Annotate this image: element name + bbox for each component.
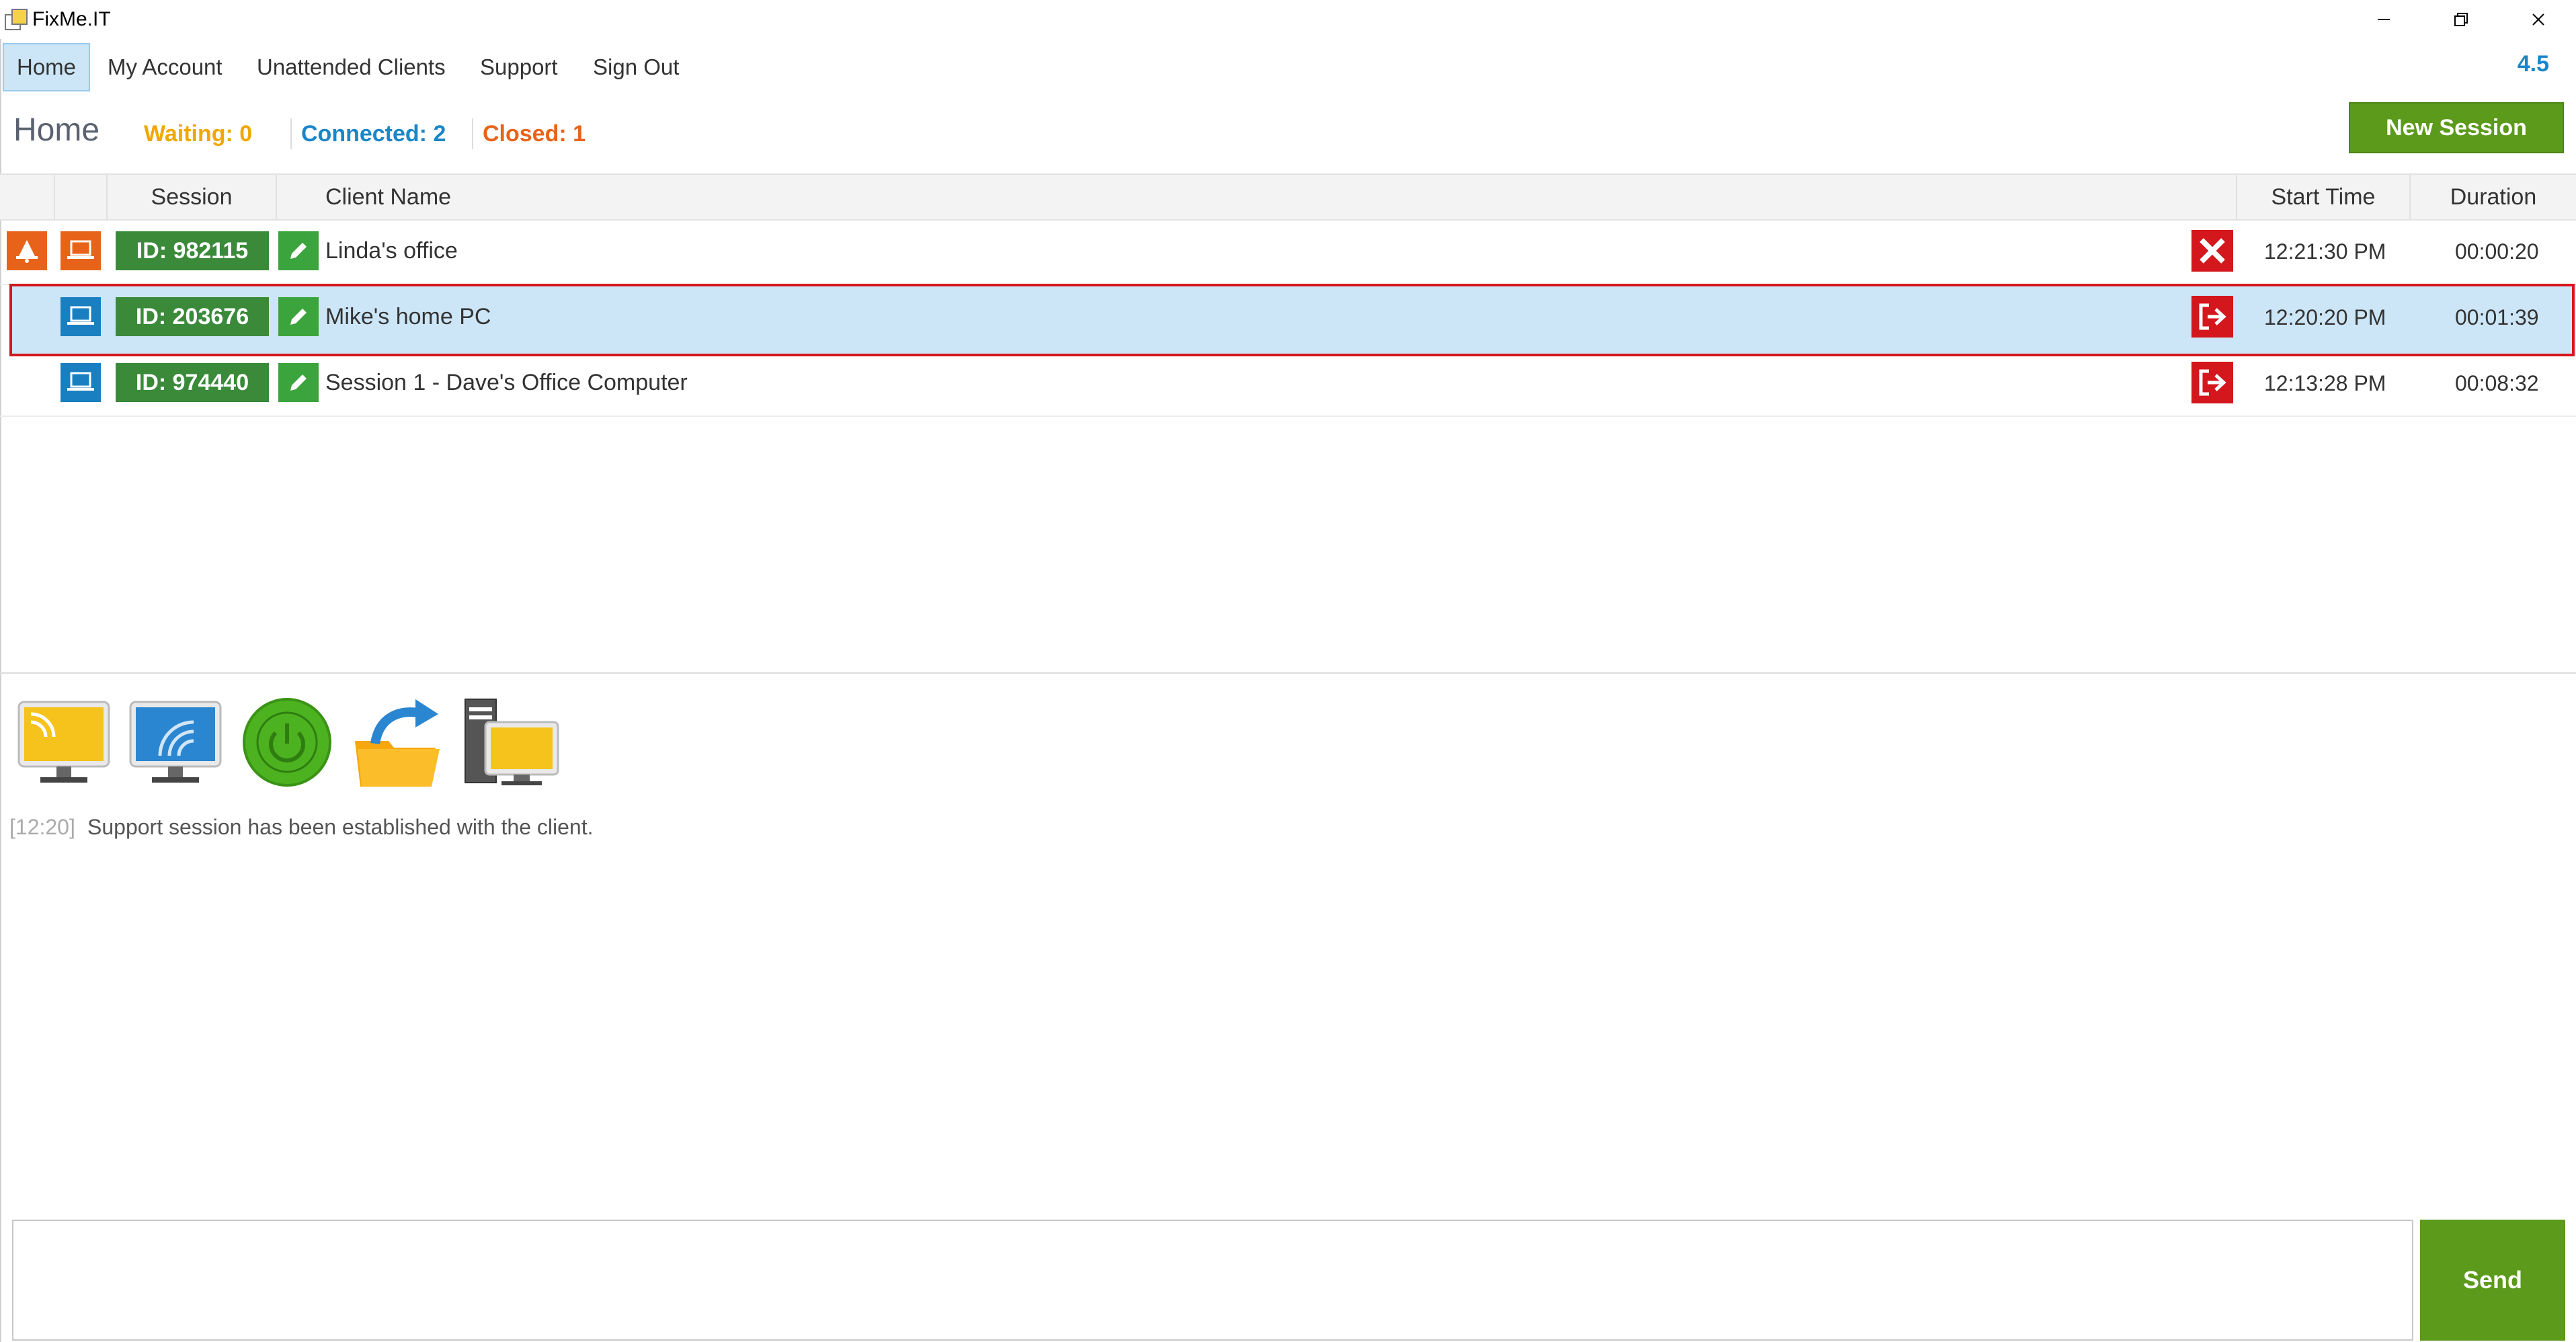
remote-desktop-icon[interactable] [13,693,114,793]
alert-bell-icon[interactable] [7,231,47,270]
menu-my-account[interactable]: My Account [94,43,236,91]
column-header-session[interactable]: Session [108,173,276,221]
column-divider [54,173,55,221]
session-id-badge[interactable]: ID: 203676 [116,297,269,336]
log-message: Support session has been established wit… [87,815,594,839]
edit-name-button[interactable] [278,363,319,402]
log-timestamp: [12:20] [9,815,75,839]
close-icon [2200,238,2225,264]
file-transfer-icon[interactable] [348,693,449,793]
stat-divider [290,118,292,149]
power-icon[interactable] [237,693,337,793]
window-title: FixMe.IT [32,8,111,30]
pencil-icon [290,243,307,259]
screen-share-icon[interactable] [125,693,226,793]
exit-icon [2199,369,2226,396]
chat-message-input[interactable] [12,1220,2413,1341]
client-name: Linda's office [325,238,458,264]
laptop-icon [61,231,101,270]
stat-divider [472,118,473,149]
column-header-client-name[interactable]: Client Name [325,173,451,221]
start-time: 12:13:28 PM [2264,371,2386,395]
restore-icon [2454,13,2468,26]
waiting-count: Waiting: 0 [144,121,253,147]
minimize-button[interactable] [2346,0,2421,39]
column-header-start-time[interactable]: Start Time [2237,173,2409,221]
edit-name-button[interactable] [278,231,319,270]
send-button[interactable]: Send [2420,1220,2565,1341]
close-icon [2532,13,2544,26]
menu-support[interactable]: Support [467,43,571,91]
remove-session-button[interactable] [2191,230,2233,272]
connected-count: Connected: 2 [301,121,446,147]
start-time: 12:20:20 PM [2264,305,2386,329]
table-bottom-divider [0,672,2576,674]
start-time: 12:21:30 PM [2264,239,2386,264]
session-id-badge[interactable]: ID: 974440 [116,363,269,402]
end-session-button[interactable] [2191,362,2233,403]
duration: 00:08:32 [2455,371,2539,395]
duration: 00:00:20 [2455,239,2539,264]
system-info-icon[interactable] [460,693,561,793]
minimize-icon [2378,19,2390,20]
edit-name-button[interactable] [278,297,319,336]
menu-sign-out[interactable]: Sign Out [579,43,692,91]
client-name: Session 1 - Dave's Office Computer [325,370,688,395]
client-name: Mike's home PC [325,304,491,329]
app-logo-icon [5,9,28,30]
laptop-icon [61,363,101,402]
menu-unattended-clients[interactable]: Unattended Clients [243,43,459,91]
close-window-button[interactable] [2501,0,2576,39]
version-label: 4.5 [2517,51,2549,77]
column-header-duration[interactable]: Duration [2411,173,2576,221]
end-session-button[interactable] [2191,296,2233,338]
menu-home[interactable]: Home [3,43,90,91]
laptop-icon [61,297,101,336]
page-title: Home [13,112,100,148]
exit-icon [2199,303,2226,330]
session-id-badge[interactable]: ID: 982115 [116,231,269,270]
pencil-icon [290,374,307,391]
closed-count: Closed: 1 [483,121,586,147]
restore-button[interactable] [2423,0,2499,39]
column-divider [276,173,277,221]
new-session-button[interactable]: New Session [2349,102,2564,153]
duration: 00:01:39 [2455,305,2539,329]
title-bar [0,0,2576,39]
pencil-icon [290,309,307,325]
